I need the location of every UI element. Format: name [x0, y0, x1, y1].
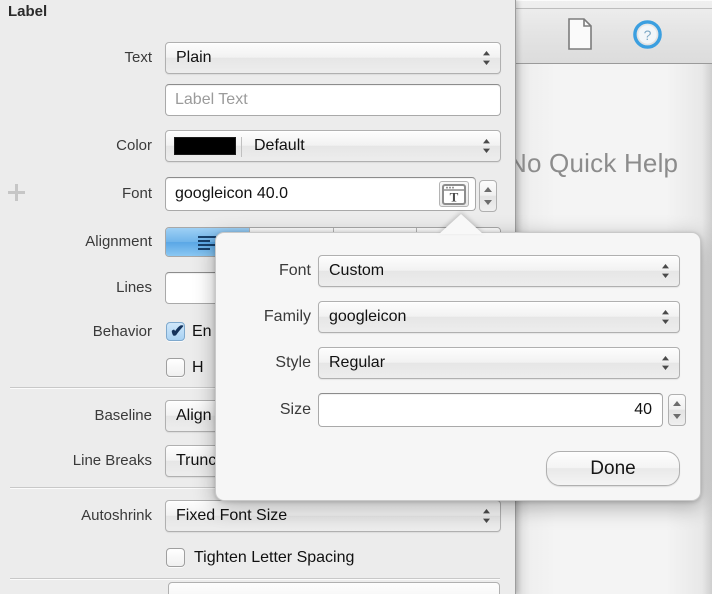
font-value: googleicon 40.0	[175, 185, 288, 202]
popover-row-size: Size 40	[216, 393, 702, 427]
divider-3	[10, 578, 500, 579]
quick-help-icon[interactable]: ?	[632, 19, 662, 49]
svg-text:T: T	[450, 189, 459, 204]
quick-help-empty-title: No Quick Help	[508, 148, 679, 178]
highlighted-checkbox[interactable]	[166, 358, 185, 377]
chevron-updown-icon	[661, 309, 670, 325]
popover-style-label: Style	[275, 354, 311, 371]
done-button[interactable]: Done	[546, 451, 680, 486]
popover-size-stepper[interactable]	[668, 394, 686, 426]
popover-arrow	[439, 214, 483, 234]
popover-font-dropdown[interactable]: Custom	[318, 255, 680, 287]
svg-text:?: ?	[643, 27, 651, 43]
color-dropdown[interactable]: Default	[165, 130, 501, 162]
lines-row-label: Lines	[116, 279, 152, 296]
autoshrink-value: Fixed Font Size	[176, 507, 288, 524]
chevron-updown-icon	[482, 138, 491, 154]
chevron-updown-icon	[482, 50, 491, 66]
align-left-icon	[198, 235, 217, 250]
font-row-label: Font	[121, 185, 152, 202]
popover-family-dropdown[interactable]: googleicon	[318, 301, 680, 333]
screen-root: ? No Quick Help Label Text Plain Label T…	[0, 0, 712, 594]
text-row-label: Text	[124, 49, 152, 66]
color-value: Default	[254, 137, 305, 154]
section-title-label: Label	[8, 3, 48, 20]
popover-font-label: Font	[278, 262, 311, 279]
chevron-updown-icon	[661, 263, 670, 279]
color-swatch[interactable]	[174, 137, 236, 155]
popover-style-dropdown[interactable]: Regular	[318, 347, 680, 379]
popover-row-style: Style Regular	[216, 347, 702, 379]
chevron-updown-icon	[482, 508, 491, 524]
popover-size-input[interactable]: 40	[318, 393, 663, 427]
label-text-input[interactable]: Label Text	[165, 84, 501, 116]
next-control-partial[interactable]	[168, 582, 500, 594]
enabled-checkbox-label: En	[192, 323, 212, 340]
tighten-letter-spacing-label: Tighten Letter Spacing	[194, 549, 355, 566]
quick-help-toolbar: ?	[516, 0, 712, 64]
line-breaks-row-label: Line Breaks	[72, 452, 152, 469]
file-inspector-icon[interactable]	[567, 18, 593, 50]
label-text-placeholder: Label Text	[175, 91, 248, 108]
behavior-row-label: Behavior	[92, 323, 152, 340]
color-row-label: Color	[116, 137, 152, 154]
popover-size-value: 40	[634, 401, 652, 418]
row-label-text: Label Text	[0, 84, 515, 116]
baseline-row-label: Baseline	[94, 407, 152, 424]
highlighted-checkbox-label: H	[192, 359, 204, 376]
font-panel-T-icon[interactable]: T	[439, 181, 469, 207]
popover-font-value: Custom	[329, 262, 385, 279]
text-style-value: Plain	[176, 49, 212, 66]
autoshrink-row-label: Autoshrink	[81, 507, 152, 524]
text-style-dropdown[interactable]: Plain	[165, 42, 501, 74]
swatch-divider	[241, 137, 242, 157]
font-combo-field[interactable]: googleicon 40.0	[165, 177, 476, 211]
row-font: Font googleicon 40.0 T	[0, 177, 515, 212]
chevron-updown-icon	[661, 355, 670, 371]
popover-style-value: Regular	[329, 354, 386, 371]
tighten-letter-spacing-checkbox[interactable]	[166, 548, 185, 567]
enabled-checkbox[interactable]: ✔	[166, 321, 186, 341]
checkmark-icon: ✔	[170, 321, 186, 341]
row-tighten: Tighten Letter Spacing	[0, 548, 515, 572]
popover-family-label: Family	[263, 308, 311, 325]
popover-row-family: Family googleicon	[216, 301, 702, 333]
row-color: Color Default	[0, 130, 515, 162]
inspector-selector-icons: ?	[516, 14, 712, 54]
popover-family-value: googleicon	[329, 308, 407, 325]
alignment-row-label: Alignment	[85, 233, 152, 250]
popover-size-label: Size	[279, 401, 311, 418]
popover-row-font: Font Custom	[216, 255, 702, 287]
font-size-stepper[interactable]	[479, 180, 497, 212]
font-picker-popover: Font Custom Family googleicon Style Regu…	[215, 214, 702, 501]
autoshrink-dropdown[interactable]: Fixed Font Size	[165, 500, 501, 532]
row-autoshrink: Autoshrink Fixed Font Size	[0, 500, 515, 532]
row-text: Text Plain	[0, 42, 515, 74]
